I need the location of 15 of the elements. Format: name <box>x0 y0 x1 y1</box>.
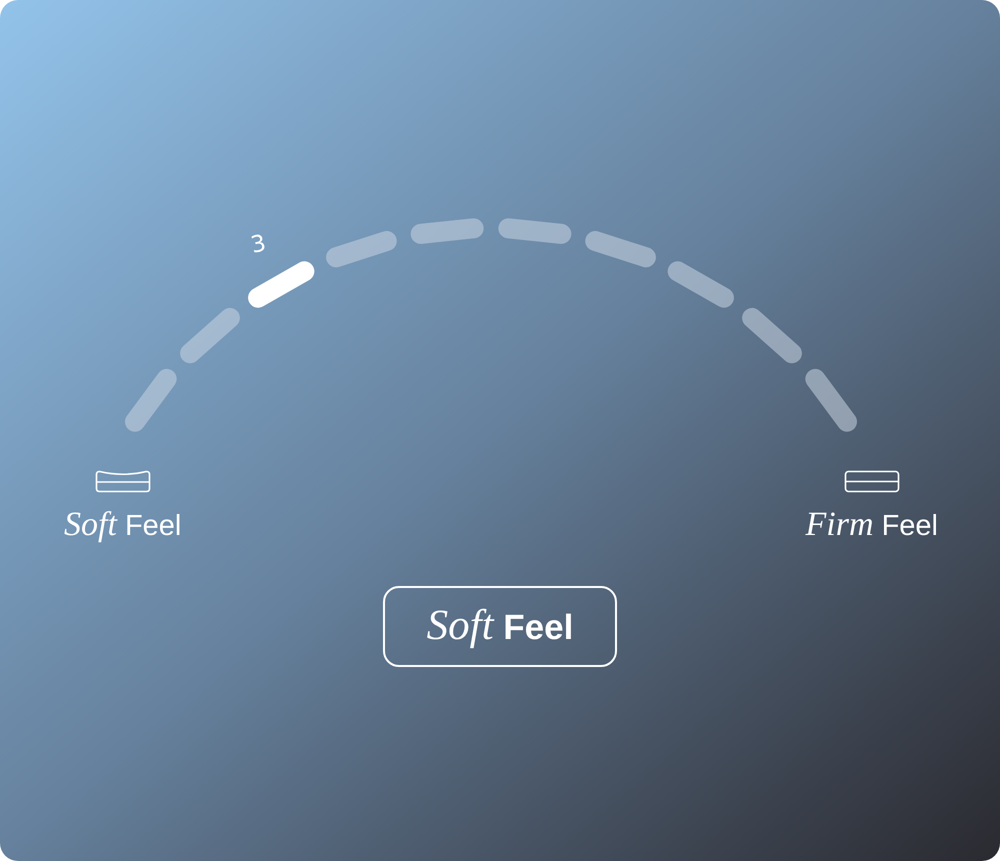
dial-segment[interactable] <box>410 218 484 244</box>
dial-segment[interactable] <box>326 231 397 268</box>
dial-segment[interactable] <box>125 368 177 432</box>
dial-segment[interactable] <box>498 218 572 244</box>
dial-segment[interactable] <box>742 308 802 364</box>
dial-segment[interactable] <box>585 231 656 268</box>
feel-button[interactable]: Soft Feel <box>383 586 617 667</box>
dial-segment[interactable] <box>805 368 857 432</box>
feel-label: Firm Feel <box>806 505 938 545</box>
firm-mattress-icon <box>844 470 900 493</box>
soft-mattress-icon <box>94 470 151 493</box>
feel-label: Soft Feel <box>64 505 182 545</box>
dial-segment[interactable] <box>668 261 734 308</box>
level-number: 3 <box>248 230 268 259</box>
dial-segment[interactable] <box>180 308 240 364</box>
